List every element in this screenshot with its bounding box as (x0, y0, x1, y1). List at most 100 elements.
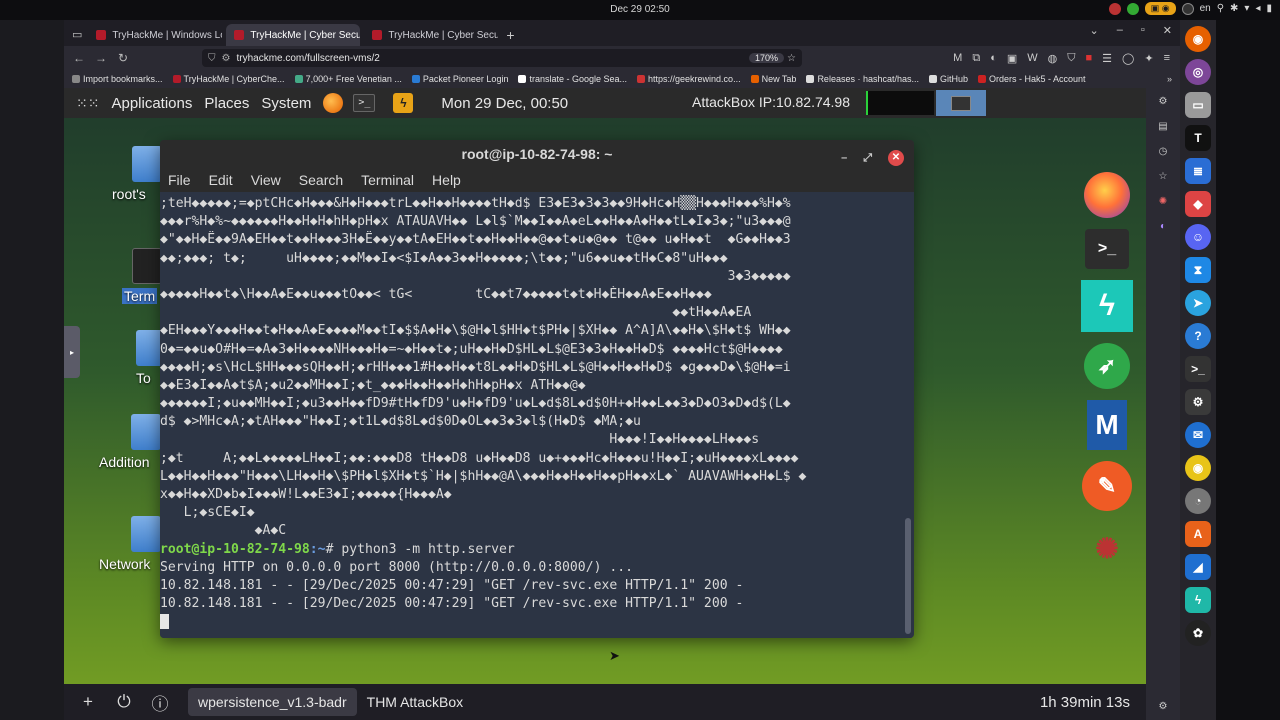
chevron-down-icon[interactable]: ⌄ (1090, 24, 1099, 37)
desktop-icon-network[interactable]: Network (99, 516, 161, 572)
apps-grid-icon[interactable]: ⁙⁙ (76, 95, 99, 112)
battery-icon[interactable]: ▮ (1266, 3, 1272, 14)
bookmark-item[interactable]: https://geekrewind.co... (637, 74, 741, 84)
burp-icon[interactable]: ϟ (1185, 587, 1211, 613)
terminal-output[interactable]: ;teH◆◆◆◆◆;=◆ptCHc◆H◆◆◆&H◆H◆◆◆trL◆◆H◆◆H◆◆… (160, 192, 902, 638)
menu-terminal[interactable]: Terminal (361, 172, 414, 188)
kraken-dock-icon[interactable]: ✺ (1082, 522, 1132, 574)
rhythmbox-icon[interactable]: ◉ (1185, 455, 1211, 481)
extension-window-icon[interactable]: ▣ (1007, 52, 1017, 65)
help-icon[interactable]: ? (1185, 323, 1211, 349)
desktop-icon-terminal[interactable]: Term (122, 248, 162, 304)
terminal-window[interactable]: root@ip-10-82-74-98: ~ – ⤢ ✕ File Edit V… (160, 140, 914, 638)
wifi-icon[interactable]: ▾ (1244, 3, 1249, 14)
bookmarks-icon[interactable]: ☆ (1159, 171, 1168, 182)
back-icon[interactable]: ← (68, 51, 90, 65)
menu-edit[interactable]: Edit (209, 172, 233, 188)
wireshark-icon[interactable]: ◢ (1185, 554, 1211, 580)
burp-launcher-icon[interactable]: ϟ (393, 93, 414, 113)
vm-tab-wpersistence[interactable]: wpersistence_v1.3-badr (188, 688, 357, 716)
extension-cookie-icon[interactable]: ◍ (1048, 52, 1058, 65)
terminal-scrollbar[interactable] (904, 192, 912, 638)
extension-list-icon[interactable]: ☰ (1102, 52, 1112, 65)
minimize-icon[interactable]: – (841, 144, 847, 172)
status-pill-icon[interactable]: ▣ ◉ (1144, 2, 1176, 15)
clock-icon[interactable]: ◔ (1185, 488, 1211, 514)
terminal-dock-icon[interactable]: >_ (1085, 229, 1129, 269)
extension-red-icon[interactable]: ■ (1086, 52, 1093, 65)
extension-proxy-icon[interactable]: ◐ (1160, 221, 1166, 232)
app-store-icon[interactable]: A (1185, 521, 1211, 547)
maximize-icon[interactable]: ⤢ (863, 144, 872, 172)
desktop-icon-additional[interactable]: Addition (99, 414, 161, 470)
address-bar[interactable]: ⛉ ⚙ tryhackme.com/fullscreen-vms/2 170% … (202, 49, 802, 67)
volume-icon[interactable]: ◂ (1255, 3, 1260, 14)
info-icon[interactable]: ⓘ (142, 690, 178, 715)
reload-icon[interactable]: ↻ (112, 51, 134, 65)
star-icon[interactable]: ☆ (787, 53, 796, 64)
os-clock[interactable]: Dec 29 02:50 (0, 4, 1280, 15)
accessibility-icon[interactable]: ✱ (1230, 3, 1238, 14)
shield-icon[interactable] (1108, 2, 1121, 15)
menu-file[interactable]: File (168, 172, 191, 188)
extension-icon[interactable]: ✺ (1159, 196, 1167, 207)
tab-list-icon[interactable]: ▭ (72, 28, 82, 41)
close-icon[interactable]: ✕ (888, 150, 904, 166)
menu-applications[interactable]: Applications (111, 95, 192, 112)
save-icon[interactable]: ▤ (1158, 121, 1167, 132)
shield-icon[interactable]: ⛉ (208, 53, 216, 64)
extension-proxy-icon[interactable]: ◐ (990, 52, 997, 65)
bookmark-item[interactable]: Import bookmarks... (72, 74, 163, 84)
rocket-dock-icon[interactable]: ➶ (1084, 343, 1130, 389)
history-icon[interactable]: ◷ (1159, 146, 1168, 157)
firefox-dock-icon[interactable] (1084, 172, 1130, 218)
bookmark-item[interactable]: translate - Google Sea... (518, 74, 627, 84)
terminal-icon[interactable]: >_ (1185, 356, 1211, 382)
menu-view[interactable]: View (251, 172, 281, 188)
language-indicator[interactable]: en (1200, 3, 1211, 14)
forward-icon[interactable]: → (90, 51, 112, 65)
site-settings-icon[interactable]: ⚙ (222, 53, 231, 64)
browser-tab-1[interactable]: TryHackMe | Windows Lo ✕ (88, 24, 222, 46)
firefox-icon[interactable]: ◉ (1185, 26, 1211, 52)
vscode-icon[interactable]: ⧗ (1185, 257, 1211, 283)
bookmark-item[interactable]: Orders - Hak5 - Account (978, 74, 1086, 84)
extension-puzzle-icon[interactable]: ⧉ (972, 52, 980, 65)
show-apps-icon[interactable]: ✿ (1185, 620, 1211, 646)
firefox-launcher-icon[interactable] (323, 93, 344, 113)
bookmark-item[interactable]: Releases · hashcat/has... (806, 74, 919, 84)
bookmarks-overflow-icon[interactable]: » (1167, 74, 1172, 84)
extensions-icon[interactable]: ✦ (1144, 52, 1153, 65)
side-panel-toggle-icon[interactable]: ▸ (64, 326, 80, 378)
metasploit-dock-icon[interactable]: M (1087, 400, 1127, 450)
browser-tab-3[interactable]: TryHackMe | Cyber Securi ✕ (364, 24, 498, 46)
telegram-icon[interactable]: ➤ (1185, 290, 1211, 316)
bookmark-item[interactable]: GitHub (929, 74, 968, 84)
software-icon[interactable]: ◆ (1185, 191, 1211, 217)
burp-dock-icon[interactable]: ϟ (1081, 280, 1133, 332)
restore-icon[interactable]: ▫ (1141, 24, 1145, 37)
settings-gear-icon[interactable]: ⚙ (1185, 389, 1211, 415)
new-tab-icon[interactable]: + (506, 27, 514, 46)
taskbar-terminal-icon[interactable] (936, 90, 986, 116)
add-icon[interactable]: + (70, 692, 106, 712)
vpn-icon[interactable] (1126, 2, 1139, 15)
discord-icon[interactable]: ☺ (1185, 224, 1211, 250)
vm-tab-attackbox[interactable]: THM AttackBox (357, 688, 473, 716)
tradingview-icon[interactable]: T (1185, 125, 1211, 151)
scrollbar-thumb[interactable] (905, 518, 911, 634)
bookmark-item[interactable]: Packet Pioneer Login (411, 74, 508, 84)
bookmark-item[interactable]: New Tab (750, 74, 796, 84)
postman-dock-icon[interactable]: ✎ (1082, 461, 1132, 511)
zoom-level[interactable]: 170% (748, 53, 784, 63)
menu-help[interactable]: Help (432, 172, 461, 188)
extension-wappalyzer-icon[interactable]: W (1027, 52, 1037, 65)
close-icon[interactable]: ✕ (1163, 24, 1172, 37)
terminal-launcher-icon[interactable]: >_ (353, 94, 376, 112)
minimize-icon[interactable]: – (1117, 24, 1123, 37)
thunderbird-icon[interactable]: ✉ (1185, 422, 1211, 448)
app-tray-icon[interactable] (1181, 2, 1194, 15)
docs-icon[interactable]: ≣ (1185, 158, 1211, 184)
system-monitor-graph[interactable] (866, 91, 934, 115)
bookmark-item[interactable]: 7,000+ Free Venetian ... (294, 74, 402, 84)
